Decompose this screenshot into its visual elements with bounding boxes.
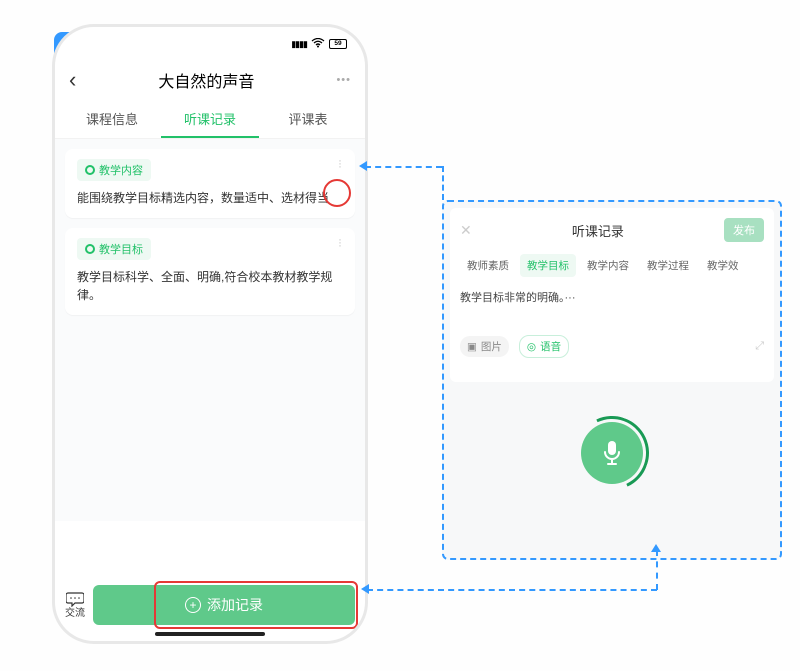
publish-button[interactable]: 发布 — [724, 218, 764, 242]
battery-icon: 59 — [329, 39, 347, 49]
phone-frame: ▮▮▮▮ 59 ‹ 大自然的声音 ••• 课程信息 听课记录 评课表 教学内容 … — [52, 24, 368, 644]
arrow-up-icon — [651, 544, 661, 552]
attachment-row: ▣图片 ◎语音 ⤢ — [460, 335, 764, 358]
annotation-circle — [323, 179, 351, 207]
attach-voice-button[interactable]: ◎语音 — [519, 335, 569, 358]
page-title: 大自然的声音 — [76, 68, 336, 92]
arrow-left-icon — [361, 584, 369, 594]
chip-teach-goal[interactable]: 教学目标 — [520, 254, 576, 277]
back-icon[interactable]: ‹ — [69, 67, 76, 93]
connector-line — [442, 166, 444, 200]
image-icon: ▣ — [467, 341, 477, 353]
card-body: 教学目标科学、全面、明确,符合校本教材教学规律。 — [77, 268, 343, 305]
chip-teacher-quality[interactable]: 教师素质 — [460, 254, 516, 277]
mic-button[interactable] — [581, 422, 643, 484]
close-icon[interactable]: ✕ — [460, 222, 472, 239]
chip-teach-effect[interactable]: 教学效 — [700, 254, 746, 277]
connector-line — [656, 550, 658, 590]
mic-ring-icon — [565, 406, 660, 501]
page-header: ‹ 大自然的声音 ••• — [55, 61, 365, 99]
tabs: 课程信息 听课记录 评课表 — [55, 99, 365, 139]
chip-teach-content[interactable]: 教学内容 — [580, 254, 636, 277]
add-record-button[interactable]: + 添加记录 — [93, 585, 355, 625]
attach-image-button[interactable]: ▣图片 — [460, 336, 509, 357]
wifi-icon — [311, 37, 325, 51]
editor-card: ✕ 听课记录 发布 教师素质 教学目标 教学内容 教学过程 教学效 教学目标非常… — [450, 208, 774, 382]
connector-line — [365, 166, 442, 168]
bottom-bar: 交流 + 添加记录 — [55, 585, 365, 625]
connector-line — [367, 589, 657, 591]
voice-icon: ◎ — [527, 341, 536, 353]
card-more-icon[interactable]: ··· — [333, 159, 347, 168]
status-bar: ▮▮▮▮ 59 — [55, 27, 365, 61]
chat-icon — [66, 591, 84, 607]
expand-icon[interactable]: ⤢ — [755, 340, 764, 353]
editor-title: 听课记录 — [472, 221, 724, 240]
tab-listen-record[interactable]: 听课记录 — [161, 99, 259, 138]
arrow-left-icon — [359, 161, 367, 171]
card-more-icon[interactable]: ··· — [333, 238, 347, 247]
mic-area — [450, 422, 774, 484]
editor-panel: ✕ 听课记录 发布 教师素质 教学目标 教学内容 教学过程 教学效 教学目标非常… — [442, 200, 782, 560]
record-card[interactable]: 教学内容 ··· 能围绕教学目标精选内容，数量适中、选材得当 — [65, 149, 355, 218]
editor-textarea[interactable]: 教学目标非常的明确。··· — [460, 289, 764, 305]
dimension-chips: 教师素质 教学目标 教学内容 教学过程 教学效 — [460, 254, 764, 277]
header-more-icon[interactable]: ••• — [336, 74, 351, 86]
tag-dot-icon — [85, 244, 95, 254]
record-feed: 教学内容 ··· 能围绕教学目标精选内容，数量适中、选材得当 教学目标 ··· … — [55, 139, 365, 521]
plus-circle-icon: + — [185, 597, 201, 613]
record-card[interactable]: 教学目标 ··· 教学目标科学、全面、明确,符合校本教材教学规律。 — [65, 228, 355, 315]
card-tag: 教学目标 — [77, 238, 151, 260]
chip-teach-process[interactable]: 教学过程 — [640, 254, 696, 277]
signal-icon: ▮▮▮▮ — [291, 39, 307, 50]
editor-header: ✕ 听课记录 发布 — [460, 218, 764, 242]
tag-dot-icon — [85, 165, 95, 175]
chat-button[interactable]: 交流 — [65, 591, 85, 619]
tab-course-info[interactable]: 课程信息 — [63, 99, 161, 138]
card-body: 能围绕教学目标精选内容，数量适中、选材得当 — [77, 189, 343, 208]
card-tag: 教学内容 — [77, 159, 151, 181]
home-indicator — [155, 632, 265, 636]
tab-review-form[interactable]: 评课表 — [259, 99, 357, 138]
